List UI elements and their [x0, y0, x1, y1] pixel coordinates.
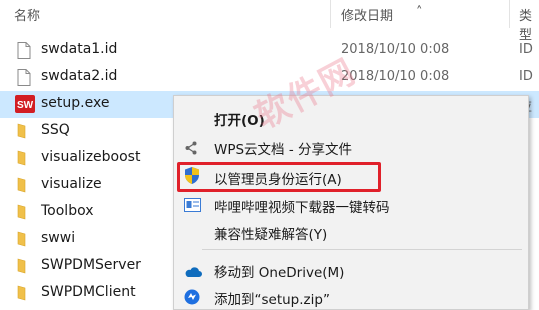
wps-share-icon	[185, 140, 197, 159]
menu-item-compat-troubleshoot[interactable]: 兼容性疑难解答(Y)	[174, 218, 528, 245]
file-type: ID	[519, 42, 533, 57]
svg-text:SW: SW	[17, 100, 34, 111]
menu-item-label: WPS云文档 - 分享文件	[214, 142, 353, 158]
folder-icon	[17, 150, 27, 166]
folder-name: visualize	[41, 176, 102, 192]
file-row-swdata1[interactable]: swdata1.id 2018/10/10 0:08 ID	[0, 37, 539, 64]
onedrive-cloud-icon	[184, 263, 202, 282]
folder-name: visualizeboost	[41, 149, 141, 165]
video-converter-icon	[184, 197, 201, 216]
menu-item-wps-share[interactable]: WPS云文档 - 分享文件	[174, 133, 528, 160]
solidworks-app-icon: SW	[15, 95, 35, 113]
column-header-date[interactable]: 修改日期	[341, 5, 393, 24]
folder-icon	[17, 204, 27, 220]
folder-icon	[17, 177, 27, 193]
menu-item-open[interactable]: 打开(O)	[174, 104, 528, 131]
menu-item-label: 添加到“setup.zip”	[214, 292, 330, 308]
column-header-name[interactable]: 名称	[14, 5, 40, 24]
menu-item-label: 移动到 OneDrive(M)	[214, 265, 345, 281]
file-type: ID	[519, 69, 533, 84]
menu-item-label: 哔哩哔哩视频下载器一键转码	[214, 200, 390, 216]
menu-separator	[202, 249, 522, 250]
file-name: setup.exe	[41, 95, 110, 111]
folder-name: SWPDMClient	[41, 284, 136, 300]
annotation-highlight-box	[177, 162, 381, 192]
folder-icon	[17, 258, 27, 274]
column-divider[interactable]	[330, 0, 331, 28]
context-menu: 打开(O) WPS云文档 - 分享文件 以管理员身份运行(A) 哔哩哔哩视频下载…	[173, 95, 529, 310]
column-header: 名称 修改日期 ˄ 类型	[0, 0, 539, 43]
folder-icon	[17, 123, 27, 139]
column-divider[interactable]	[509, 0, 510, 28]
folder-icon	[17, 285, 27, 301]
compress-add-icon	[184, 289, 200, 309]
menu-item-bilibili-convert[interactable]: 哔哩哔哩视频下载器一键转码	[174, 191, 528, 218]
menu-item-move-onedrive[interactable]: 移动到 OneDrive(M)	[174, 256, 528, 283]
folder-icon	[17, 231, 27, 247]
folder-name: Toolbox	[41, 203, 94, 219]
file-name: swdata2.id	[41, 68, 118, 84]
menu-item-label: 兼容性疑难解答(Y)	[214, 227, 328, 243]
file-icon	[17, 42, 31, 59]
menu-item-add-to-zip[interactable]: 添加到“setup.zip”	[174, 283, 528, 310]
sort-arrow-icon: ˄	[416, 5, 423, 20]
file-name: swdata1.id	[41, 41, 118, 57]
file-date: 2018/10/10 0:08	[341, 42, 450, 57]
folder-name: SWPDMServer	[41, 257, 141, 273]
folder-name: SSQ	[41, 122, 70, 138]
folder-name: swwi	[41, 230, 76, 246]
file-icon	[17, 69, 31, 86]
